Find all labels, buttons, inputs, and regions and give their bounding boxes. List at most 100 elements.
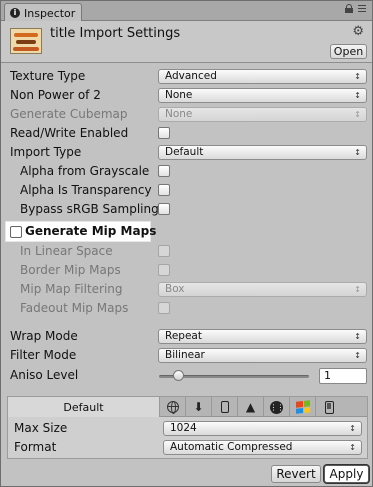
tab-web[interactable] — [160, 397, 186, 417]
bypass-srgb-checkbox[interactable] — [158, 203, 170, 215]
format-value: Automatic Compressed — [170, 441, 293, 453]
read-write-checkbox[interactable] — [158, 127, 170, 139]
import-type-value: Default — [165, 146, 204, 158]
revert-button[interactable]: Revert — [271, 465, 321, 483]
tab-controls — [345, 4, 366, 13]
max-size-dropdown[interactable]: 1024 ↕ — [163, 421, 362, 436]
max-size-value: 1024 — [170, 422, 197, 434]
tab-inspector[interactable]: i Inspector — [4, 3, 82, 22]
texture-type-dropdown[interactable]: Advanced ↕ — [158, 69, 367, 84]
menu-icon[interactable] — [358, 4, 366, 13]
row-bypass-srgb: Bypass sRGB Sampling — [1, 200, 372, 219]
non-power-of-2-value: None — [165, 89, 193, 101]
lock-icon[interactable] — [345, 4, 353, 13]
in-linear-space-checkbox — [158, 245, 170, 257]
tab-android[interactable]: ▲︎ — [238, 397, 264, 417]
row-generate-cubemap: Generate Cubemap None ↕ — [1, 105, 372, 124]
wrap-mode-label: Wrap Mode — [10, 329, 78, 343]
border-mip-maps-checkbox — [158, 264, 170, 276]
dropdown-arrow-icon: ↕ — [354, 148, 361, 157]
non-power-of-2-dropdown[interactable]: None ↕ — [158, 88, 367, 103]
row-read-write: Read/Write Enabled — [1, 124, 372, 143]
open-button[interactable]: Open — [330, 44, 367, 59]
tab-windows-phone[interactable] — [316, 397, 342, 417]
mip-map-filtering-value: Box — [165, 283, 185, 295]
texture-type-value: Advanced — [165, 70, 217, 82]
aniso-level-slider-thumb[interactable] — [173, 370, 184, 381]
gear-icon[interactable]: ⚙ — [352, 25, 364, 38]
fadeout-mip-maps-checkbox — [158, 302, 170, 314]
row-filter-mode: Filter Mode Bilinear ↕ — [1, 346, 372, 365]
platform-settings-panel: Default ⬇︎ ▲︎ ⋮⋮ Max Size 1024 ↕ Format A… — [7, 396, 368, 459]
row-alpha-from-grayscale: Alpha from Grayscale — [1, 162, 372, 181]
mip-map-filtering-label: Mip Map Filtering — [20, 282, 123, 296]
border-mip-maps-label: Border Mip Maps — [20, 263, 121, 277]
wrap-mode-dropdown[interactable]: Repeat ↕ — [158, 329, 367, 344]
in-linear-space-label: In Linear Space — [20, 244, 113, 258]
format-label: Format — [14, 440, 57, 454]
alpha-is-transparency-checkbox[interactable] — [158, 184, 170, 196]
footer: Revert Apply — [1, 461, 372, 486]
row-border-mip-maps: Border Mip Maps — [1, 261, 372, 280]
blackberry-icon: ⋮⋮ — [269, 400, 285, 414]
fadeout-mip-maps-label: Fadeout Mip Maps — [20, 301, 129, 315]
info-icon: i — [10, 8, 20, 18]
max-size-label: Max Size — [14, 421, 68, 435]
web-icon — [166, 401, 179, 414]
filter-mode-label: Filter Mode — [10, 348, 77, 362]
aniso-level-label: Aniso Level — [10, 368, 79, 382]
alpha-from-grayscale-label: Alpha from Grayscale — [20, 164, 150, 178]
filter-mode-value: Bilinear — [165, 349, 205, 361]
download-icon: ⬇︎ — [193, 400, 204, 414]
non-power-of-2-label: Non Power of 2 — [10, 88, 101, 102]
generate-cubemap-dropdown: None ↕ — [158, 107, 367, 122]
tab-blackberry[interactable]: ⋮⋮ — [264, 397, 290, 417]
dropdown-arrow-icon: ↕ — [354, 285, 361, 294]
row-format: Format Automatic Compressed ↕ — [8, 438, 367, 457]
row-texture-type: Texture Type Advanced ↕ — [1, 67, 372, 86]
texture-type-label: Texture Type — [10, 69, 86, 83]
row-max-size: Max Size 1024 ↕ — [8, 419, 367, 438]
windows-icon — [295, 400, 310, 414]
bypass-srgb-label: Bypass sRGB Sampling — [20, 202, 159, 216]
dropdown-arrow-icon: ↕ — [354, 91, 361, 100]
row-in-linear-space: In Linear Space — [1, 242, 372, 261]
windows-phone-icon — [324, 400, 334, 414]
mip-map-filtering-dropdown: Box ↕ — [158, 282, 367, 297]
tab-ios[interactable] — [212, 397, 238, 417]
tab-label: Inspector — [24, 6, 76, 20]
dropdown-arrow-icon: ↕ — [354, 110, 361, 119]
row-non-power-of-2: Non Power of 2 None ↕ — [1, 86, 372, 105]
platform-tabs: Default ⬇︎ ▲︎ ⋮⋮ — [8, 397, 367, 417]
row-mip-map-filtering: Mip Map Filtering Box ↕ — [1, 280, 372, 299]
row-import-type: Import Type Default ↕ — [1, 143, 372, 162]
dropdown-arrow-icon: ↕ — [354, 332, 361, 341]
read-write-label: Read/Write Enabled — [10, 126, 129, 140]
tab-standalone[interactable]: ⬇︎ — [186, 397, 212, 417]
generate-mip-maps-checkbox[interactable] — [10, 226, 22, 238]
format-dropdown[interactable]: Automatic Compressed ↕ — [163, 440, 362, 455]
alpha-is-transparency-label: Alpha Is Transparency — [20, 183, 152, 197]
import-settings-header: title Import Settings ⚙ Open — [1, 21, 372, 63]
row-alpha-is-transparency: Alpha Is Transparency — [1, 181, 372, 200]
generate-cubemap-value: None — [165, 108, 193, 120]
import-type-label: Import Type — [10, 145, 82, 159]
tab-default[interactable]: Default — [8, 397, 160, 417]
inspector-window: i Inspector title Import Settings ⚙ Open… — [0, 0, 373, 487]
row-wrap-mode: Wrap Mode Repeat ↕ — [1, 327, 372, 346]
row-aniso-level: Aniso Level 1 — [1, 366, 372, 385]
generate-mip-maps-label: Generate Mip Maps — [25, 224, 157, 238]
phone-icon — [220, 401, 229, 413]
filter-mode-dropdown[interactable]: Bilinear ↕ — [158, 348, 367, 363]
dropdown-arrow-icon: ↕ — [354, 351, 361, 360]
import-type-dropdown[interactable]: Default ↕ — [158, 145, 367, 160]
tab-windows-store[interactable] — [290, 397, 316, 417]
apply-button[interactable]: Apply — [324, 465, 369, 483]
tab-bar: i Inspector — [1, 1, 372, 22]
wrap-mode-value: Repeat — [165, 330, 202, 342]
aniso-level-input[interactable]: 1 — [319, 368, 367, 384]
alpha-from-grayscale-checkbox[interactable] — [158, 165, 170, 177]
dropdown-arrow-icon: ↕ — [349, 443, 356, 452]
generate-cubemap-label: Generate Cubemap — [10, 107, 128, 121]
row-generate-mip-maps[interactable]: Generate Mip Maps — [5, 221, 156, 242]
